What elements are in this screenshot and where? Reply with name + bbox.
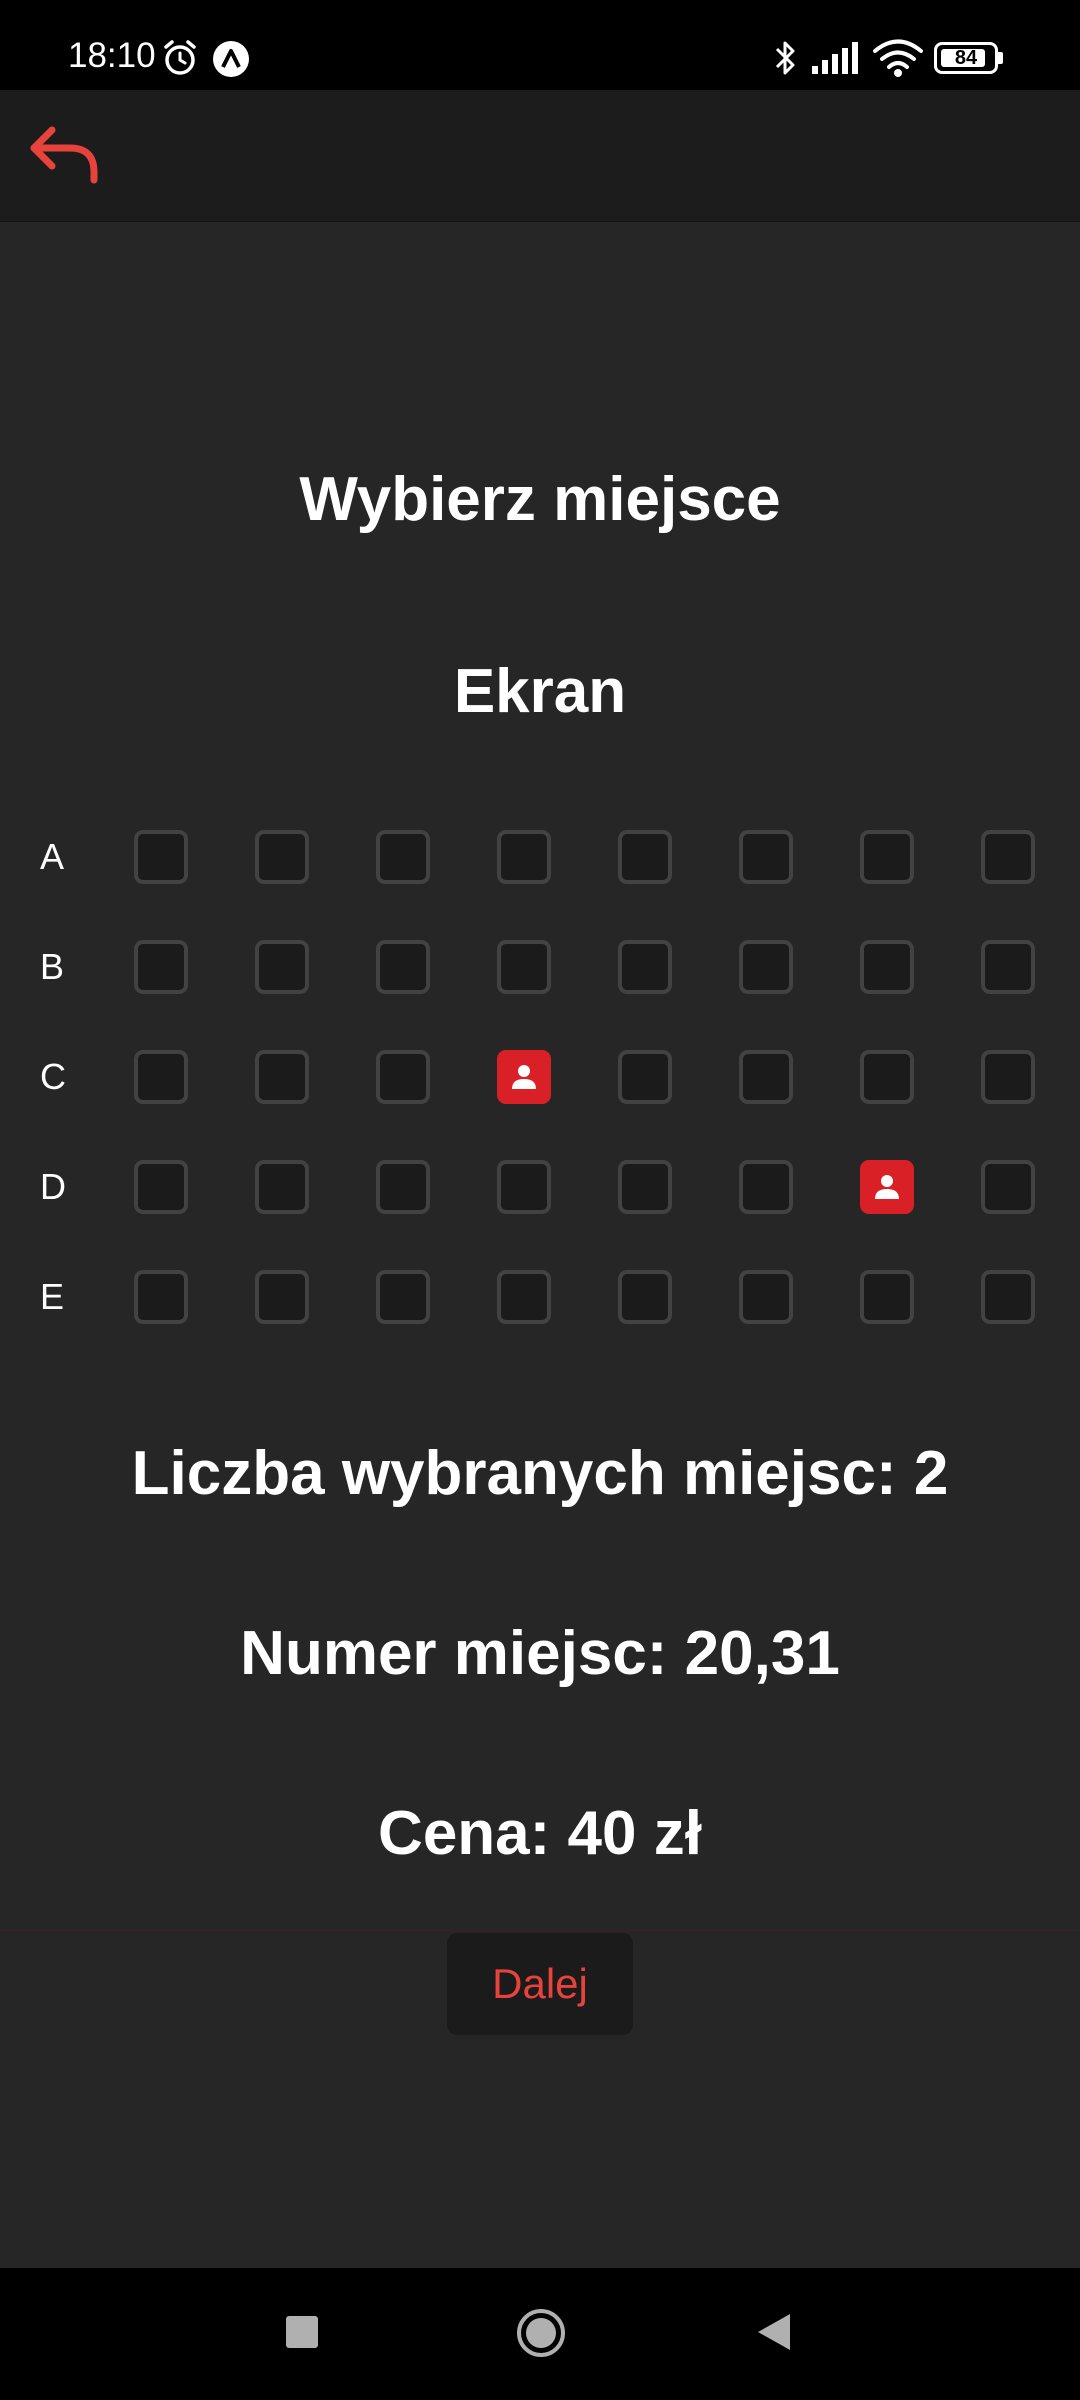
seat-d8[interactable] <box>981 1160 1035 1214</box>
back-arrow-icon[interactable] <box>24 116 104 196</box>
battery-tip <box>998 52 1003 64</box>
seat-a6[interactable] <box>739 830 793 884</box>
app-status-icon <box>213 41 249 77</box>
seat-e8[interactable] <box>981 1270 1035 1324</box>
row-label-d: D <box>40 1166 66 1207</box>
seat-d5[interactable] <box>618 1160 672 1214</box>
battery-icon: 84 <box>934 42 1004 74</box>
wifi-icon <box>873 39 923 77</box>
seat-e1[interactable] <box>134 1270 188 1324</box>
seat-a4[interactable] <box>497 830 551 884</box>
seat-b2[interactable] <box>255 940 309 994</box>
seat-a8[interactable] <box>981 830 1035 884</box>
seat-b3[interactable] <box>376 940 430 994</box>
row-label-a: A <box>40 836 65 877</box>
seat-numbers: Numer miejsc: 20,31 <box>240 1619 840 1688</box>
divider <box>0 1930 1080 1931</box>
seat-a2[interactable] <box>255 830 309 884</box>
nav-bar <box>0 2268 1080 2400</box>
seat-e2[interactable] <box>255 1270 309 1324</box>
seat-d3[interactable] <box>376 1160 430 1214</box>
seat-c1[interactable] <box>134 1050 188 1104</box>
seat-c3[interactable] <box>376 1050 430 1104</box>
seat-d6[interactable] <box>739 1160 793 1214</box>
bluetooth-icon <box>775 41 795 75</box>
seat-b6[interactable] <box>739 940 793 994</box>
person-icon <box>512 1065 536 1089</box>
seat-e4[interactable] <box>497 1270 551 1324</box>
battery-level: 84 <box>954 47 978 69</box>
seat-c7[interactable] <box>860 1050 914 1104</box>
person-icon <box>875 1175 899 1199</box>
home-icon[interactable] <box>516 2308 566 2358</box>
next-button[interactable]: Dalej <box>447 1933 633 2035</box>
row-label-c: C <box>40 1056 66 1097</box>
price-label: Cena: 40 zł <box>378 1799 702 1868</box>
seat-b4[interactable] <box>497 940 551 994</box>
seat-c5[interactable] <box>618 1050 672 1104</box>
status-time: 18:10 <box>68 36 156 75</box>
seat-e7[interactable] <box>860 1270 914 1324</box>
seat-d1[interactable] <box>134 1160 188 1214</box>
signal-icon <box>812 42 858 74</box>
app-header <box>0 90 1080 222</box>
status-bar: 18:10 84 <box>0 0 1080 90</box>
screen-label: Ekran <box>453 657 627 726</box>
recent-apps-icon[interactable] <box>286 2316 318 2348</box>
alarm-icon <box>164 40 196 75</box>
seat-c4[interactable] <box>497 1050 551 1104</box>
seat-e5[interactable] <box>618 1270 672 1324</box>
selected-seats-count: Liczba wybranych miejsc: 2 <box>131 1439 949 1508</box>
seat-grid: A B C D E <box>0 830 1080 1350</box>
seat-c6[interactable] <box>739 1050 793 1104</box>
seat-a3[interactable] <box>376 830 430 884</box>
seat-e3[interactable] <box>376 1270 430 1324</box>
row-label-b: B <box>40 946 65 987</box>
seat-a5[interactable] <box>618 830 672 884</box>
seat-d7[interactable] <box>860 1160 914 1214</box>
seat-c2[interactable] <box>255 1050 309 1104</box>
seat-d2[interactable] <box>255 1160 309 1214</box>
seat-a1[interactable] <box>134 830 188 884</box>
seat-b1[interactable] <box>134 940 188 994</box>
screen: 18:10 84 Wybierz miejsce Ekran A B C D E… <box>0 0 1080 2400</box>
seat-a7[interactable] <box>860 830 914 884</box>
seat-b5[interactable] <box>618 940 672 994</box>
seat-b7[interactable] <box>860 940 914 994</box>
seat-b8[interactable] <box>981 940 1035 994</box>
seat-c8[interactable] <box>981 1050 1035 1104</box>
page-title: Wybierz miejsce <box>299 465 781 534</box>
row-label-e: E <box>40 1276 65 1317</box>
seat-d4[interactable] <box>497 1160 551 1214</box>
back-icon[interactable] <box>756 2312 792 2352</box>
seat-e6[interactable] <box>739 1270 793 1324</box>
